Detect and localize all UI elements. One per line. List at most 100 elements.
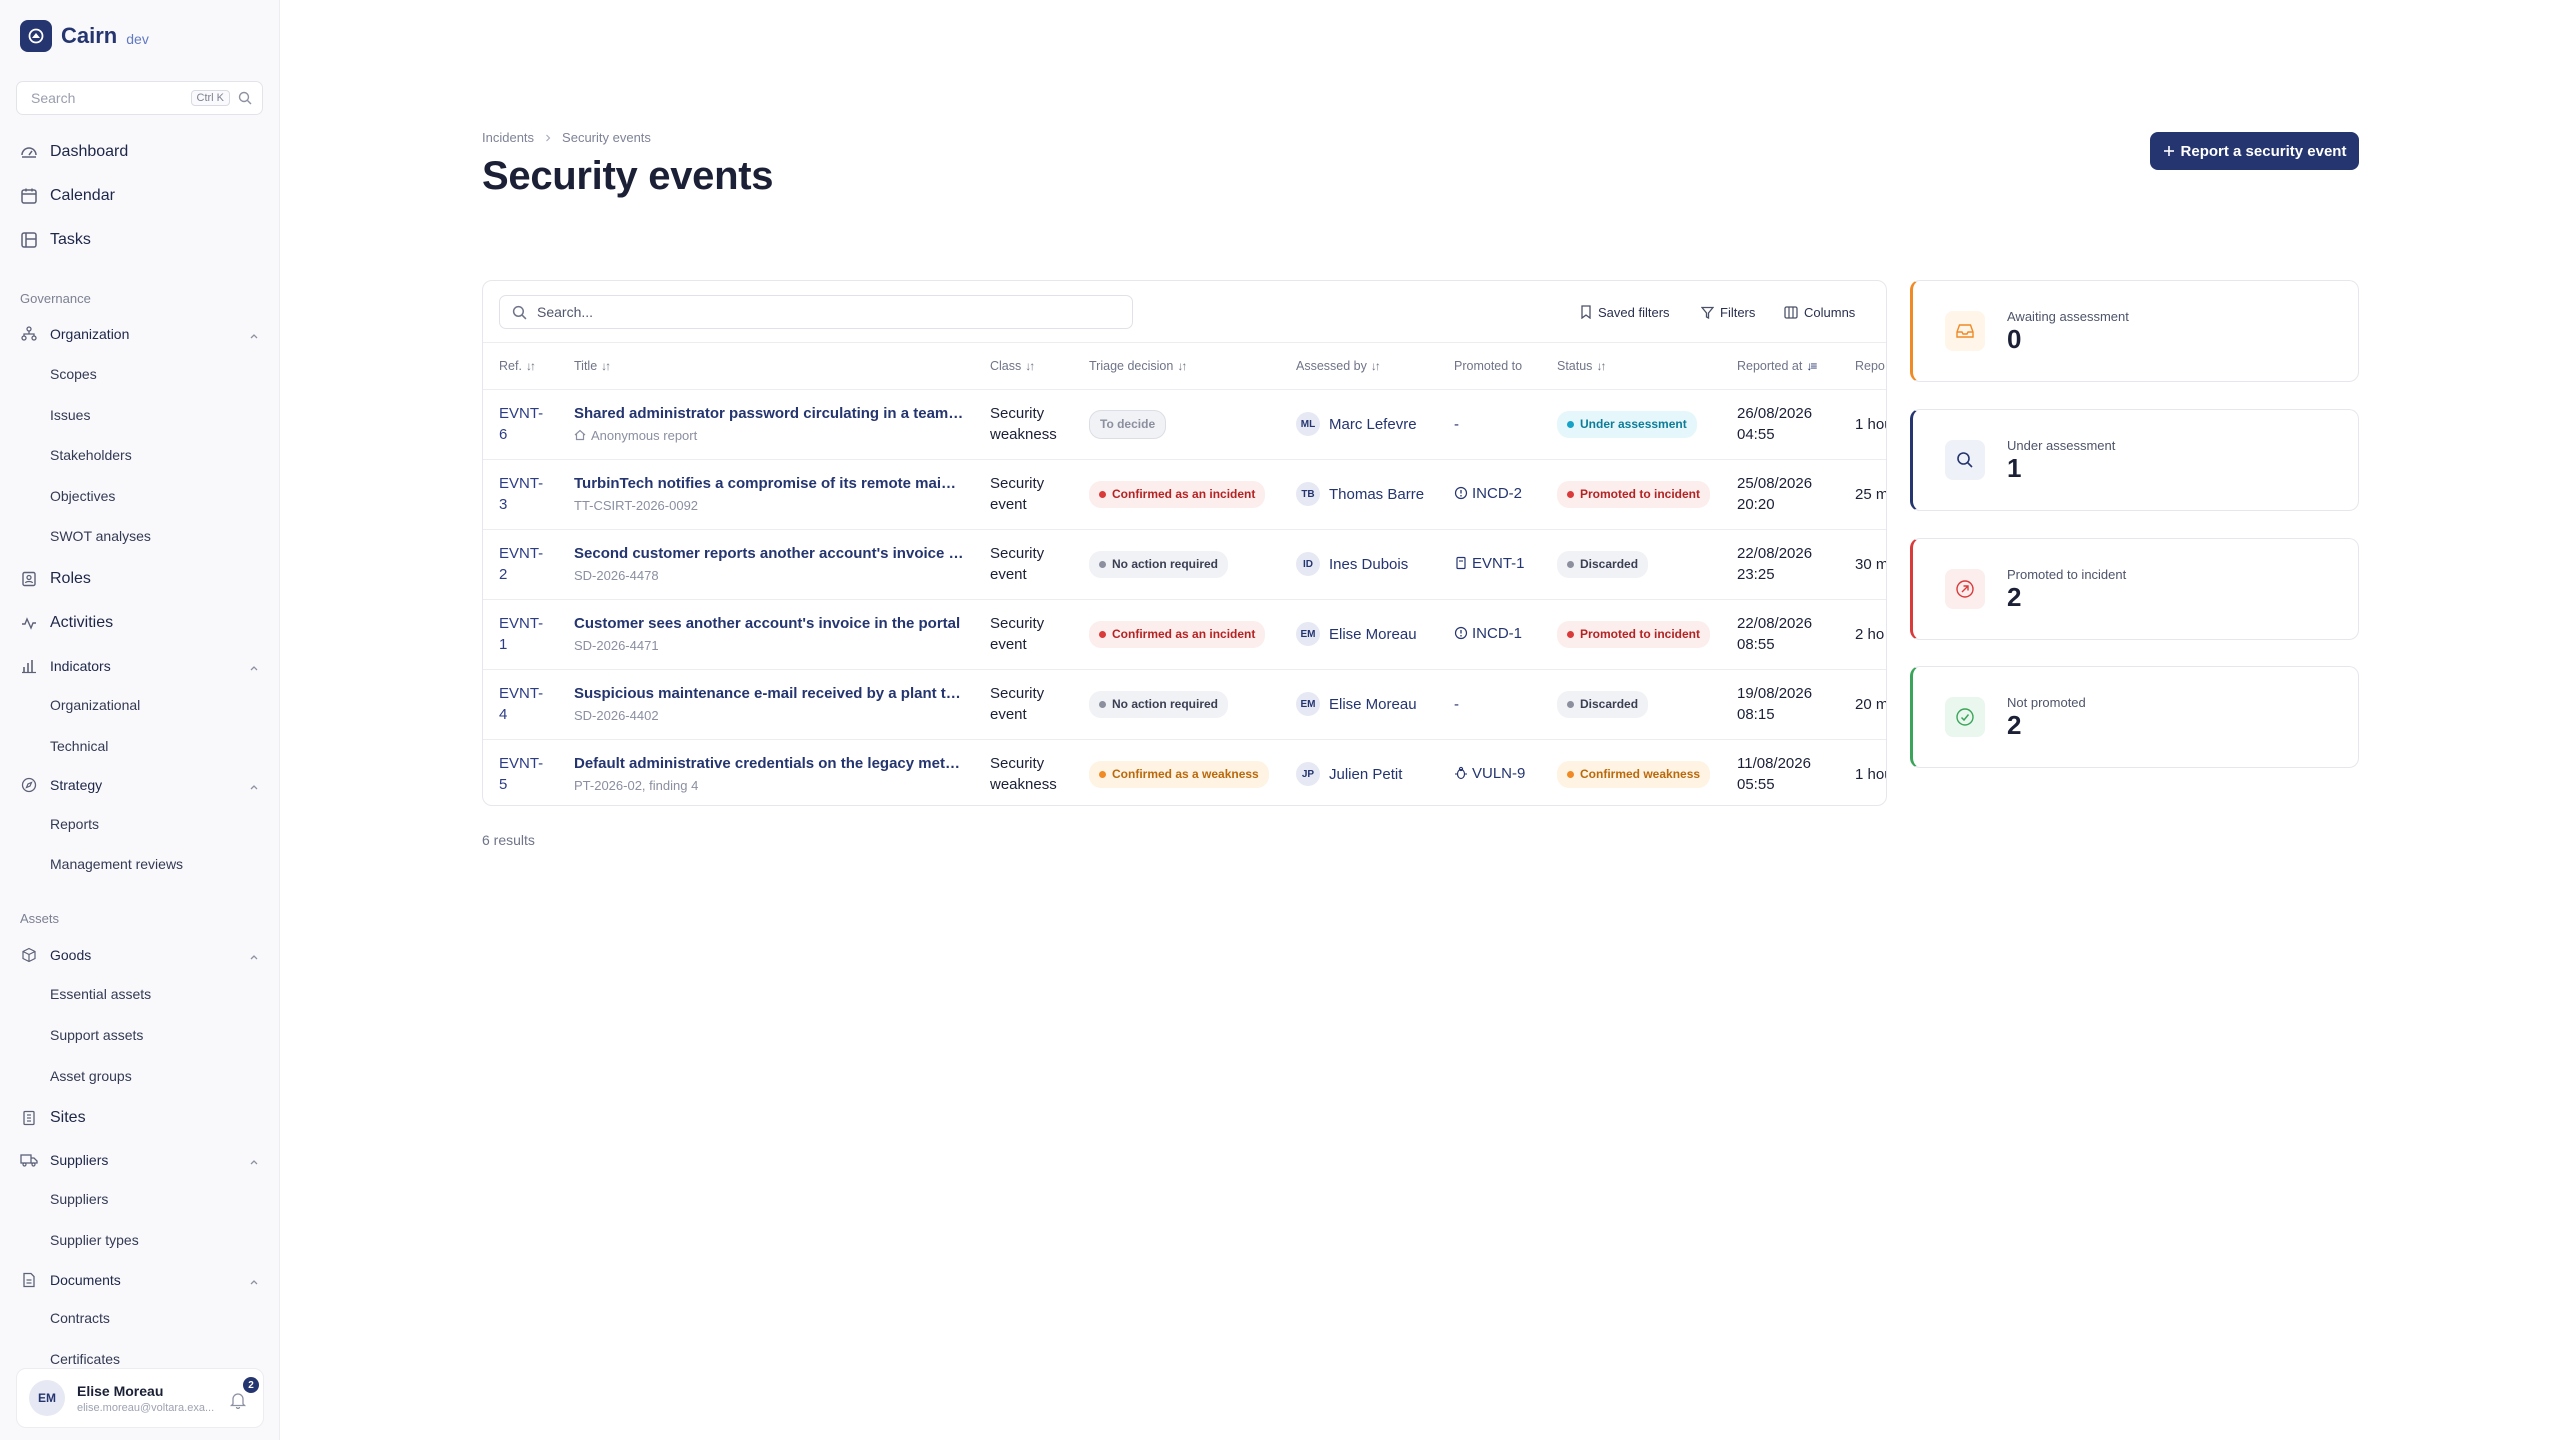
event-ref-link[interactable]: EVNT-2 — [499, 543, 545, 585]
tasks-icon — [20, 231, 38, 249]
filters-button[interactable]: Filters — [1693, 297, 1763, 327]
avatar: JP — [1296, 762, 1320, 787]
table-row[interactable]: EVNT-1 Customer sees another account's in… — [483, 598, 1886, 669]
chevron-up-icon[interactable] — [248, 1156, 260, 1168]
event-ref-link[interactable]: EVNT-6 — [499, 403, 545, 445]
table-row[interactable]: EVNT-4 Suspicious maintenance e-mail rece… — [483, 668, 1886, 739]
assessor[interactable]: JP Julien Petit — [1296, 762, 1438, 787]
event-ref-link[interactable]: EVNT-5 — [499, 753, 545, 795]
sidebar-item-label: Suppliers — [50, 1152, 109, 1168]
assessor[interactable]: EM Elise Moreau — [1296, 692, 1438, 716]
sidebar-item-strategy[interactable]: Strategy — [20, 776, 102, 794]
sidebar-item-objectives[interactable]: Objectives — [50, 488, 115, 504]
app-logo[interactable]: Cairn dev — [20, 20, 149, 52]
column-header-ref[interactable]: Ref. ↓↑ — [483, 343, 558, 389]
vulnerability-icon — [1454, 765, 1468, 786]
user-name: Elise Moreau — [77, 1382, 164, 1399]
sidebar-item-stakeholders[interactable]: Stakeholders — [50, 447, 132, 463]
sidebar-item-technical[interactable]: Technical — [50, 738, 108, 754]
sidebar-item-roles[interactable]: Roles — [20, 570, 91, 588]
assessed-by: ML Marc Lefevre — [1280, 388, 1438, 459]
assessor[interactable]: TB Thomas Barre — [1296, 482, 1438, 506]
avatar: TB — [1296, 482, 1320, 506]
cairn-logo-icon — [20, 20, 52, 52]
sidebar-item-organizational[interactable]: Organizational — [50, 697, 140, 713]
notifications-button[interactable]: 2 — [229, 1377, 259, 1410]
chevron-up-icon[interactable] — [248, 1276, 260, 1288]
sidebar-item-sites[interactable]: Sites — [20, 1109, 86, 1127]
breadcrumb-incidents[interactable]: Incidents — [482, 130, 534, 145]
assessor[interactable]: EM Elise Moreau — [1296, 622, 1438, 646]
sidebar-item-certificates[interactable]: Certificates — [50, 1351, 120, 1367]
chevron-up-icon[interactable] — [248, 662, 260, 674]
report-security-event-button[interactable]: Report a security event — [2150, 132, 2359, 170]
sidebar-item-reports[interactable]: Reports — [50, 816, 99, 832]
promoted-to-link[interactable]: INCD-1 — [1454, 623, 1541, 646]
chevron-up-icon[interactable] — [248, 781, 260, 793]
event-title-link[interactable]: Customer sees another account's invoice … — [574, 613, 964, 634]
sidebar-item-issues[interactable]: Issues — [50, 407, 90, 423]
promoted-to-link: - — [1454, 695, 1459, 713]
sidebar-item-scopes[interactable]: Scopes — [50, 366, 97, 382]
saved-filters-button[interactable]: Saved filters — [1572, 297, 1678, 327]
chevron-up-icon[interactable] — [248, 330, 260, 342]
columns-button[interactable]: Columns — [1776, 297, 1863, 327]
sidebar-search[interactable]: Search Ctrl K — [16, 81, 263, 115]
avatar: EM — [1296, 692, 1320, 716]
event-ref-link[interactable]: EVNT-4 — [499, 683, 545, 725]
event-title-link[interactable]: Shared administrator password circulatin… — [574, 403, 964, 424]
event-title-link[interactable]: Suspicious maintenance e-mail received b… — [574, 683, 964, 704]
sidebar-item-dashboard[interactable]: Dashboard — [20, 143, 128, 161]
sidebar-item-suppliers[interactable]: Suppliers — [20, 1151, 108, 1169]
event-title-link[interactable]: Second customer reports another account'… — [574, 543, 964, 564]
promoted-to-link[interactable]: INCD-2 — [1454, 483, 1541, 506]
assessor[interactable]: ML Marc Lefevre — [1296, 412, 1438, 436]
sidebar-item-essential-assets[interactable]: Essential assets — [50, 986, 151, 1002]
user-menu[interactable]: EM Elise Moreau elise.moreau@voltara.exa… — [16, 1368, 264, 1428]
column-header-triage[interactable]: Triage decision ↓↑ — [1073, 343, 1280, 389]
promoted-to-link[interactable]: VULN-9 — [1454, 763, 1541, 786]
assessor[interactable]: ID Ines Dubois — [1296, 552, 1438, 576]
sidebar-item-management-reviews[interactable]: Management reviews — [50, 856, 183, 872]
column-header-reported-at[interactable]: Reported at ↓≡ — [1721, 343, 1839, 389]
page-title: Security events — [482, 154, 774, 198]
promoted-to-link[interactable]: EVNT-1 — [1454, 553, 1541, 576]
incident-icon — [1454, 485, 1468, 506]
event-title-link[interactable]: TurbinTech notifies a compromise of its … — [574, 473, 964, 494]
stat-card-awaiting-assessment[interactable]: Awaiting assessment 0 — [1910, 280, 2359, 382]
sidebar-item-indicators[interactable]: Indicators — [20, 657, 111, 675]
sidebar-item-suppliers-list[interactable]: Suppliers — [50, 1191, 108, 1207]
event-ref-link[interactable]: EVNT-1 — [499, 613, 545, 655]
stat-card-under-assessment[interactable]: Under assessment 1 — [1910, 409, 2359, 511]
sidebar-item-swot[interactable]: SWOT analyses — [50, 528, 151, 544]
event-status: Under assessment — [1541, 388, 1721, 459]
column-header-status[interactable]: Status ↓↑ — [1541, 343, 1721, 389]
table-row[interactable]: EVNT-2 Second customer reports another ac… — [483, 528, 1886, 599]
sidebar-item-support-assets[interactable]: Support assets — [50, 1027, 143, 1043]
event-ref-link[interactable]: EVNT-3 — [499, 473, 545, 515]
sidebar-item-organization[interactable]: Organization — [20, 325, 129, 343]
sidebar-item-tasks[interactable]: Tasks — [20, 231, 91, 249]
column-header-assessed-by[interactable]: Assessed by ↓↑ — [1280, 343, 1438, 389]
sidebar-item-activities[interactable]: Activities — [20, 614, 113, 632]
table-search-input[interactable] — [537, 304, 1132, 320]
table-row[interactable]: EVNT-3 TurbinTech notifies a compromise o… — [483, 458, 1886, 529]
sidebar-item-asset-groups[interactable]: Asset groups — [50, 1068, 132, 1084]
box-icon — [20, 946, 38, 964]
column-header-title[interactable]: Title ↓↑ — [558, 343, 974, 389]
compass-icon — [20, 776, 38, 794]
sidebar-item-supplier-types[interactable]: Supplier types — [50, 1232, 139, 1248]
sidebar-item-documents[interactable]: Documents — [20, 1271, 121, 1289]
sidebar-item-calendar[interactable]: Calendar — [20, 187, 115, 205]
stat-card-not-promoted[interactable]: Not promoted 2 — [1910, 666, 2359, 768]
stat-card-promoted-to-incident[interactable]: Promoted to incident 2 — [1910, 538, 2359, 640]
sidebar-item-contracts[interactable]: Contracts — [50, 1310, 110, 1326]
sidebar-item-goods[interactable]: Goods — [20, 946, 91, 964]
table-row[interactable]: EVNT-5 Default administrative credentials… — [483, 738, 1886, 805]
column-header-class[interactable]: Class ↓↑ — [974, 343, 1073, 389]
event-title-link[interactable]: Default administrative credentials on th… — [574, 753, 964, 774]
repo-cell: 2 ho — [1839, 598, 1886, 669]
breadcrumb-current: Security events — [562, 130, 651, 145]
table-row[interactable]: EVNT-6 Shared administrator password circ… — [483, 388, 1886, 459]
chevron-up-icon[interactable] — [248, 951, 260, 963]
